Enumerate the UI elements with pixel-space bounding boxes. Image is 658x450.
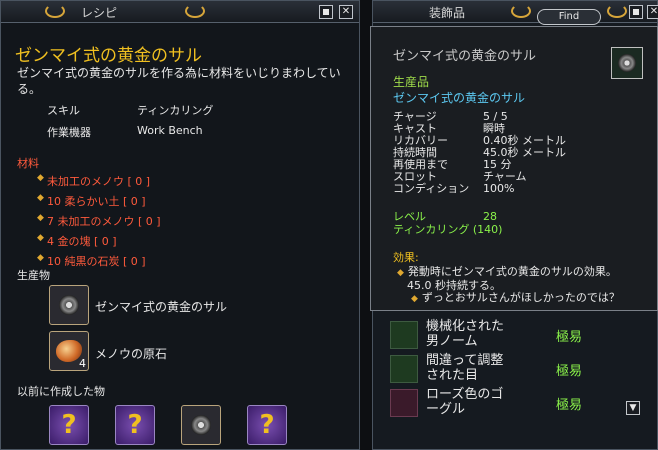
tooltip-item-icon [611,47,643,79]
accessory-titlebar[interactable]: 装飾品 Find ✕ [373,1,658,25]
bullet-icon: ◆ [37,253,44,263]
recipe-window: レシピ ✕ ゼンマイ式の黄金のサル ゼンマイ式の黄金のサルを作る為に材料をいじり… [0,0,360,450]
gear-monkey-icon [59,295,79,315]
equipment-value: Work Bench [137,124,203,137]
recipe-item-name: ゼンマイ式の黄金のサル [15,46,202,66]
scroll-down-button[interactable]: ▼ [626,401,640,415]
product-slot[interactable] [49,285,89,325]
list-item[interactable]: 機械化された男ノーム 極易 [388,318,624,352]
ornament-icon [511,4,531,18]
unknown-item-slot[interactable]: ? [247,405,287,445]
products-header: 生産物 [17,269,50,282]
equipment-label: 作業機器 [47,126,91,139]
bullet-icon: ◆ [37,193,44,203]
material-item: ◆ 4 金の塊 [ 0 ] [37,233,117,248]
list-item-difficulty: 極易 [556,330,583,345]
skill-label: スキル [47,104,80,117]
list-item[interactable]: 間違って調整された目 極易 [388,352,624,386]
list-item-name: 間違って調整された目 [426,353,504,383]
eye-icon [390,355,418,383]
level-value: 28 [483,210,497,223]
recipe-window-title: レシピ [81,6,118,20]
minimize-button[interactable] [319,5,333,19]
previous-item-slot[interactable] [181,405,221,445]
gnome-icon [390,321,418,349]
material-item: ◆ 10 柔らかい土 [ 0 ] [37,193,146,208]
product-slot[interactable]: 4 [49,331,89,371]
item-tooltip: ゼンマイ式の黄金のサル 生産品 ゼンマイ式の黄金のサル チャージ 5 / 5 キ… [370,26,658,311]
minimize-button[interactable] [629,5,643,19]
bullet-icon: ◆ [37,213,44,223]
tooltip-subtitle: ゼンマイ式の黄金のサル [393,91,526,105]
unknown-item-slot[interactable]: ? [49,405,89,445]
gear-monkey-icon [191,415,211,435]
bullet-icon: ◆ [37,173,44,183]
find-button[interactable]: Find [537,9,601,25]
materials-header: 材料 [17,157,39,170]
material-item: ◆ 未加工のメノウ [ 0 ] [37,173,151,188]
product-quantity: 4 [79,357,86,370]
list-item-name: 機械化された男ノーム [426,319,505,349]
close-button[interactable]: ✕ [339,5,353,19]
stat-value: 100% [483,182,515,195]
bullet-icon: ◆ [411,294,418,304]
effect-line: ◆ ずっとおサルさんがほしかったのでは？ [411,291,620,304]
recipe-titlebar[interactable]: レシピ ✕ [1,1,359,23]
list-item-difficulty: 極易 [556,398,583,413]
recipe-description: ゼンマイ式の黄金のサルを作る為に材料をいじりまわしている。 [17,66,341,96]
list-item[interactable]: ローズ色のゴーグル 極易 [388,386,624,420]
material-item: ◆ 7 未加工のメノウ [ 0 ] [37,213,161,228]
accessory-window-title: 装飾品 [429,6,466,20]
skill-value: ティンカリング [137,104,214,117]
bullet-icon: ◆ [397,268,404,278]
list-item-difficulty: 極易 [556,364,583,379]
previous-header: 以前に作成した物 [17,385,105,398]
ornament-icon [607,4,627,18]
tooltip-type: 生産品 [393,75,430,89]
close-button[interactable]: ✕ [647,5,658,19]
tooltip-title: ゼンマイ式の黄金のサル [393,49,537,64]
product-name: ゼンマイ式の黄金のサル [95,300,228,314]
material-item: ◆ 10 純黒の石炭 [ 0 ] [37,253,146,268]
gear-monkey-icon [618,54,636,72]
unknown-item-slot[interactable]: ? [115,405,155,445]
ornament-icon [45,4,65,18]
goggles-icon [390,389,418,417]
bullet-icon: ◆ [37,233,44,243]
requirement: ティンカリング (140) [393,223,503,236]
product-name: メノウの原石 [95,347,168,361]
list-item-name: ローズ色のゴーグル [426,387,504,417]
ornament-icon [185,4,205,18]
level-label: レベル [393,210,426,223]
stat-label: コンディション [393,182,470,195]
